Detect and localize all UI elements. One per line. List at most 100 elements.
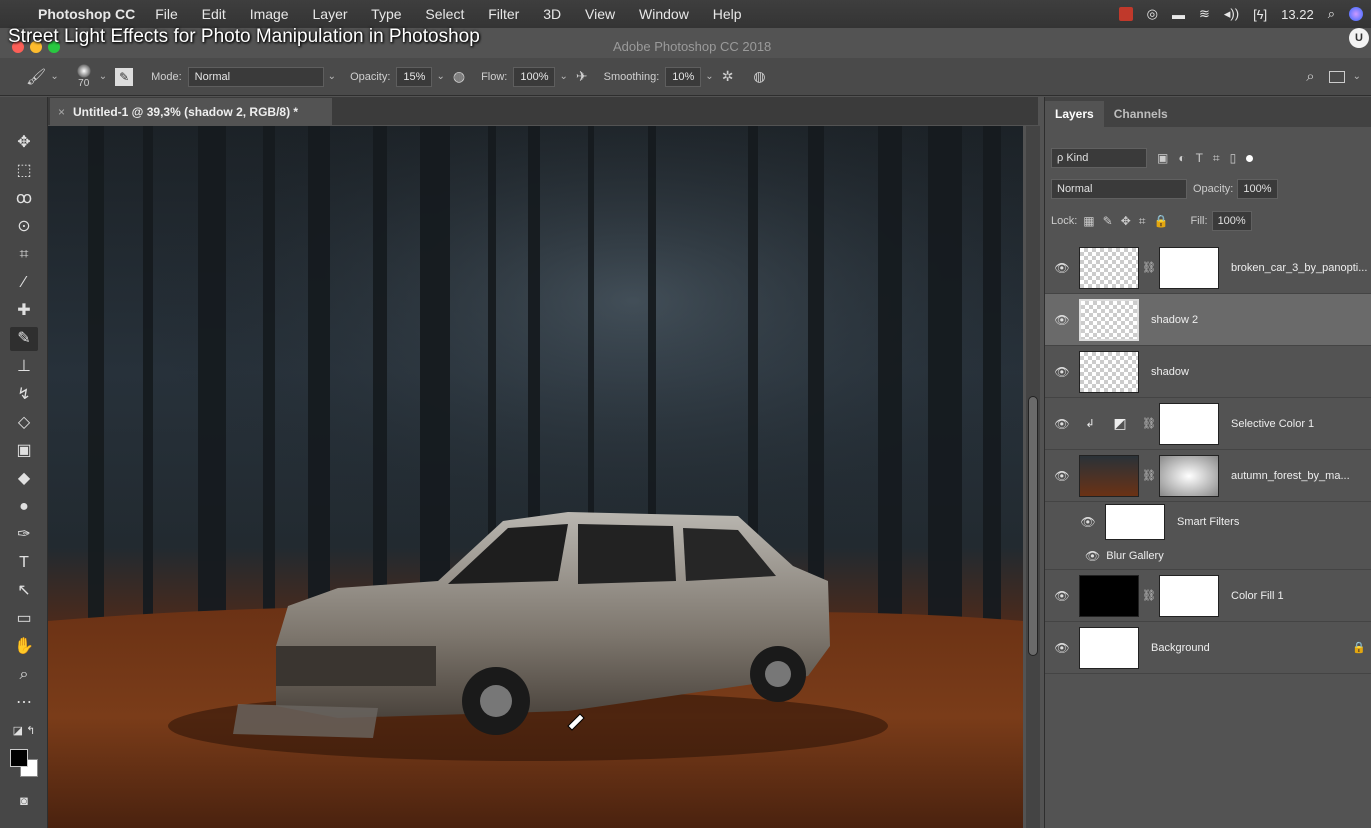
- visibility-eye-icon[interactable]: 👁: [1071, 515, 1105, 529]
- menu-image[interactable]: Image: [250, 6, 289, 22]
- visibility-eye-icon[interactable]: 👁: [1045, 417, 1079, 431]
- layer-opacity-input[interactable]: 100%: [1237, 179, 1278, 199]
- smart-filter-mask-thumbnail[interactable]: [1105, 504, 1165, 540]
- blur-tool-icon[interactable]: ◆: [10, 467, 38, 491]
- clock[interactable]: 13.22: [1281, 7, 1314, 22]
- eye-status-icon[interactable]: ◎: [1147, 6, 1158, 22]
- pressure-opacity-icon[interactable]: ◍: [453, 68, 465, 85]
- eyedropper-tool-icon[interactable]: ⁄: [10, 271, 38, 295]
- menu-type[interactable]: Type: [371, 6, 401, 22]
- layer-row[interactable]: 👁 ↲ ◩ ⛓ Selective Color 1: [1045, 398, 1371, 450]
- history-brush-tool-icon[interactable]: ↯: [10, 383, 38, 407]
- smart-filters-row[interactable]: 👁 Smart Filters: [1045, 502, 1371, 542]
- menu-filter[interactable]: Filter: [488, 6, 519, 22]
- lasso-tool-icon[interactable]: ꝏ: [10, 187, 38, 211]
- type-tool-icon[interactable]: T: [10, 551, 38, 575]
- layer-mask-thumbnail[interactable]: [1159, 574, 1219, 617]
- layer-row[interactable]: 👁 Background 🔒: [1045, 622, 1371, 674]
- gear-icon[interactable]: ✲: [722, 68, 734, 85]
- spotlight-icon[interactable]: ⌕: [1328, 6, 1335, 22]
- layer-fill-input[interactable]: 100%: [1211, 211, 1252, 231]
- smoothing-input[interactable]: 10%: [665, 66, 702, 87]
- channel-avatar-icon[interactable]: U: [1349, 28, 1369, 48]
- menu-3d[interactable]: 3D: [543, 6, 561, 22]
- record-icon[interactable]: [1118, 7, 1133, 21]
- chevron-down-icon[interactable]: ⌄: [99, 71, 107, 82]
- layer-row[interactable]: 👁 shadow 2: [1045, 294, 1371, 346]
- document-tab[interactable]: × Untitled-1 @ 39,3% (shadow 2, RGB/8) *: [50, 98, 332, 126]
- brush-settings-icon[interactable]: ✎: [115, 67, 134, 86]
- flow-input[interactable]: 100%: [513, 66, 556, 87]
- blend-mode-select[interactable]: Normal: [1051, 179, 1187, 199]
- filter-type-icons[interactable]: ▣◐T⌗▯: [1157, 151, 1246, 166]
- filter-effect-row[interactable]: 👁 Blur Gallery: [1045, 542, 1371, 570]
- brush-size-picker[interactable]: 70: [76, 64, 91, 89]
- visibility-eye-icon[interactable]: 👁: [1045, 261, 1079, 275]
- document-canvas[interactable]: [48, 126, 1023, 828]
- layer-row[interactable]: 👁 shadow: [1045, 346, 1371, 398]
- eraser-tool-icon[interactable]: ◇: [10, 411, 38, 435]
- healing-brush-tool-icon[interactable]: ✚: [10, 299, 38, 323]
- visibility-eye-icon[interactable]: 👁: [1085, 549, 1100, 563]
- more-tools-icon[interactable]: ⋯: [10, 691, 38, 715]
- opacity-input[interactable]: 15%: [396, 66, 433, 87]
- layer-mask-thumbnail[interactable]: [1159, 454, 1219, 497]
- layer-mask-thumbnail[interactable]: [1159, 402, 1219, 445]
- foreground-color-swatch[interactable]: [10, 749, 28, 767]
- shape-tool-icon[interactable]: ▭: [10, 607, 38, 631]
- quick-select-tool-icon[interactable]: ⊙: [10, 215, 38, 239]
- mask-link-icon[interactable]: ⛓: [1142, 589, 1156, 602]
- quick-mask-icon[interactable]: ◙: [10, 789, 38, 813]
- brush-tool-preset-icon[interactable]: 🖌: [26, 67, 46, 87]
- menu-help[interactable]: Help: [713, 6, 742, 22]
- app-menu[interactable]: Photoshop CC: [38, 6, 135, 22]
- siri-icon[interactable]: [1349, 7, 1363, 21]
- layer-row[interactable]: 👁 ⛓ broken_car_3_by_panopti...: [1045, 242, 1371, 294]
- mask-link-icon[interactable]: ⛓: [1142, 417, 1156, 430]
- layer-row[interactable]: 👁 ⛓ Color Fill 1: [1045, 570, 1371, 622]
- chevron-down-icon[interactable]: ⌄: [1353, 71, 1361, 82]
- dodge-tool-icon[interactable]: ●: [10, 495, 38, 519]
- chevron-down-icon[interactable]: ⌄: [50, 71, 58, 82]
- swap-colors-icon[interactable]: ◪ ↰: [10, 719, 38, 743]
- visibility-eye-icon[interactable]: 👁: [1045, 313, 1079, 327]
- volume-icon[interactable]: ◂)): [1224, 6, 1239, 22]
- visibility-eye-icon[interactable]: 👁: [1045, 641, 1079, 655]
- chevron-down-icon[interactable]: ⌄: [559, 71, 567, 82]
- chevron-down-icon[interactable]: ⌄: [705, 71, 713, 82]
- mask-link-icon[interactable]: ⛓: [1142, 469, 1156, 482]
- tab-layers[interactable]: Layers: [1045, 101, 1104, 127]
- menu-window[interactable]: Window: [639, 6, 689, 22]
- visibility-eye-icon[interactable]: 👁: [1045, 589, 1079, 603]
- close-tab-icon[interactable]: ×: [58, 105, 65, 119]
- gradient-tool-icon[interactable]: ▣: [10, 439, 38, 463]
- lock-options-icons[interactable]: ▦✎✥⌗🔒: [1083, 214, 1176, 229]
- crop-tool-icon[interactable]: ⌗: [10, 243, 38, 267]
- mask-link-icon[interactable]: ⛓: [1142, 261, 1156, 274]
- mode-select[interactable]: Normal: [187, 66, 324, 87]
- battery-icon[interactable]: [ϟ]: [1253, 7, 1267, 22]
- visibility-eye-icon[interactable]: 👁: [1045, 469, 1079, 483]
- move-tool-icon[interactable]: ✥: [10, 131, 38, 155]
- tab-channels[interactable]: Channels: [1104, 101, 1178, 127]
- layer-kind-filter[interactable]: ρ Kind: [1051, 148, 1147, 168]
- pen-tool-icon[interactable]: ✑: [10, 523, 38, 547]
- marquee-tool-icon[interactable]: ⬚: [10, 159, 38, 183]
- wifi-icon[interactable]: ≋: [1199, 6, 1210, 22]
- path-select-tool-icon[interactable]: ↖: [10, 579, 38, 603]
- pressure-size-icon[interactable]: ◍: [753, 68, 765, 85]
- hand-tool-icon[interactable]: ✋: [10, 635, 38, 659]
- filter-toggle-icon[interactable]: [1246, 154, 1254, 162]
- chevron-down-icon[interactable]: ⌄: [328, 71, 336, 82]
- scrollbar-thumb[interactable]: [1028, 396, 1038, 656]
- brush-tool-icon[interactable]: ✎: [10, 327, 38, 351]
- display-icon[interactable]: ▬: [1172, 7, 1185, 22]
- layer-row[interactable]: 👁 ⛓ autumn_forest_by_ma...: [1045, 450, 1371, 502]
- menu-file[interactable]: File: [155, 6, 178, 22]
- chevron-down-icon[interactable]: ⌄: [436, 71, 444, 82]
- layer-mask-thumbnail[interactable]: [1159, 246, 1219, 289]
- visibility-eye-icon[interactable]: 👁: [1045, 365, 1079, 379]
- menu-select[interactable]: Select: [425, 6, 464, 22]
- workspace-icon[interactable]: [1328, 70, 1345, 83]
- menu-view[interactable]: View: [585, 6, 615, 22]
